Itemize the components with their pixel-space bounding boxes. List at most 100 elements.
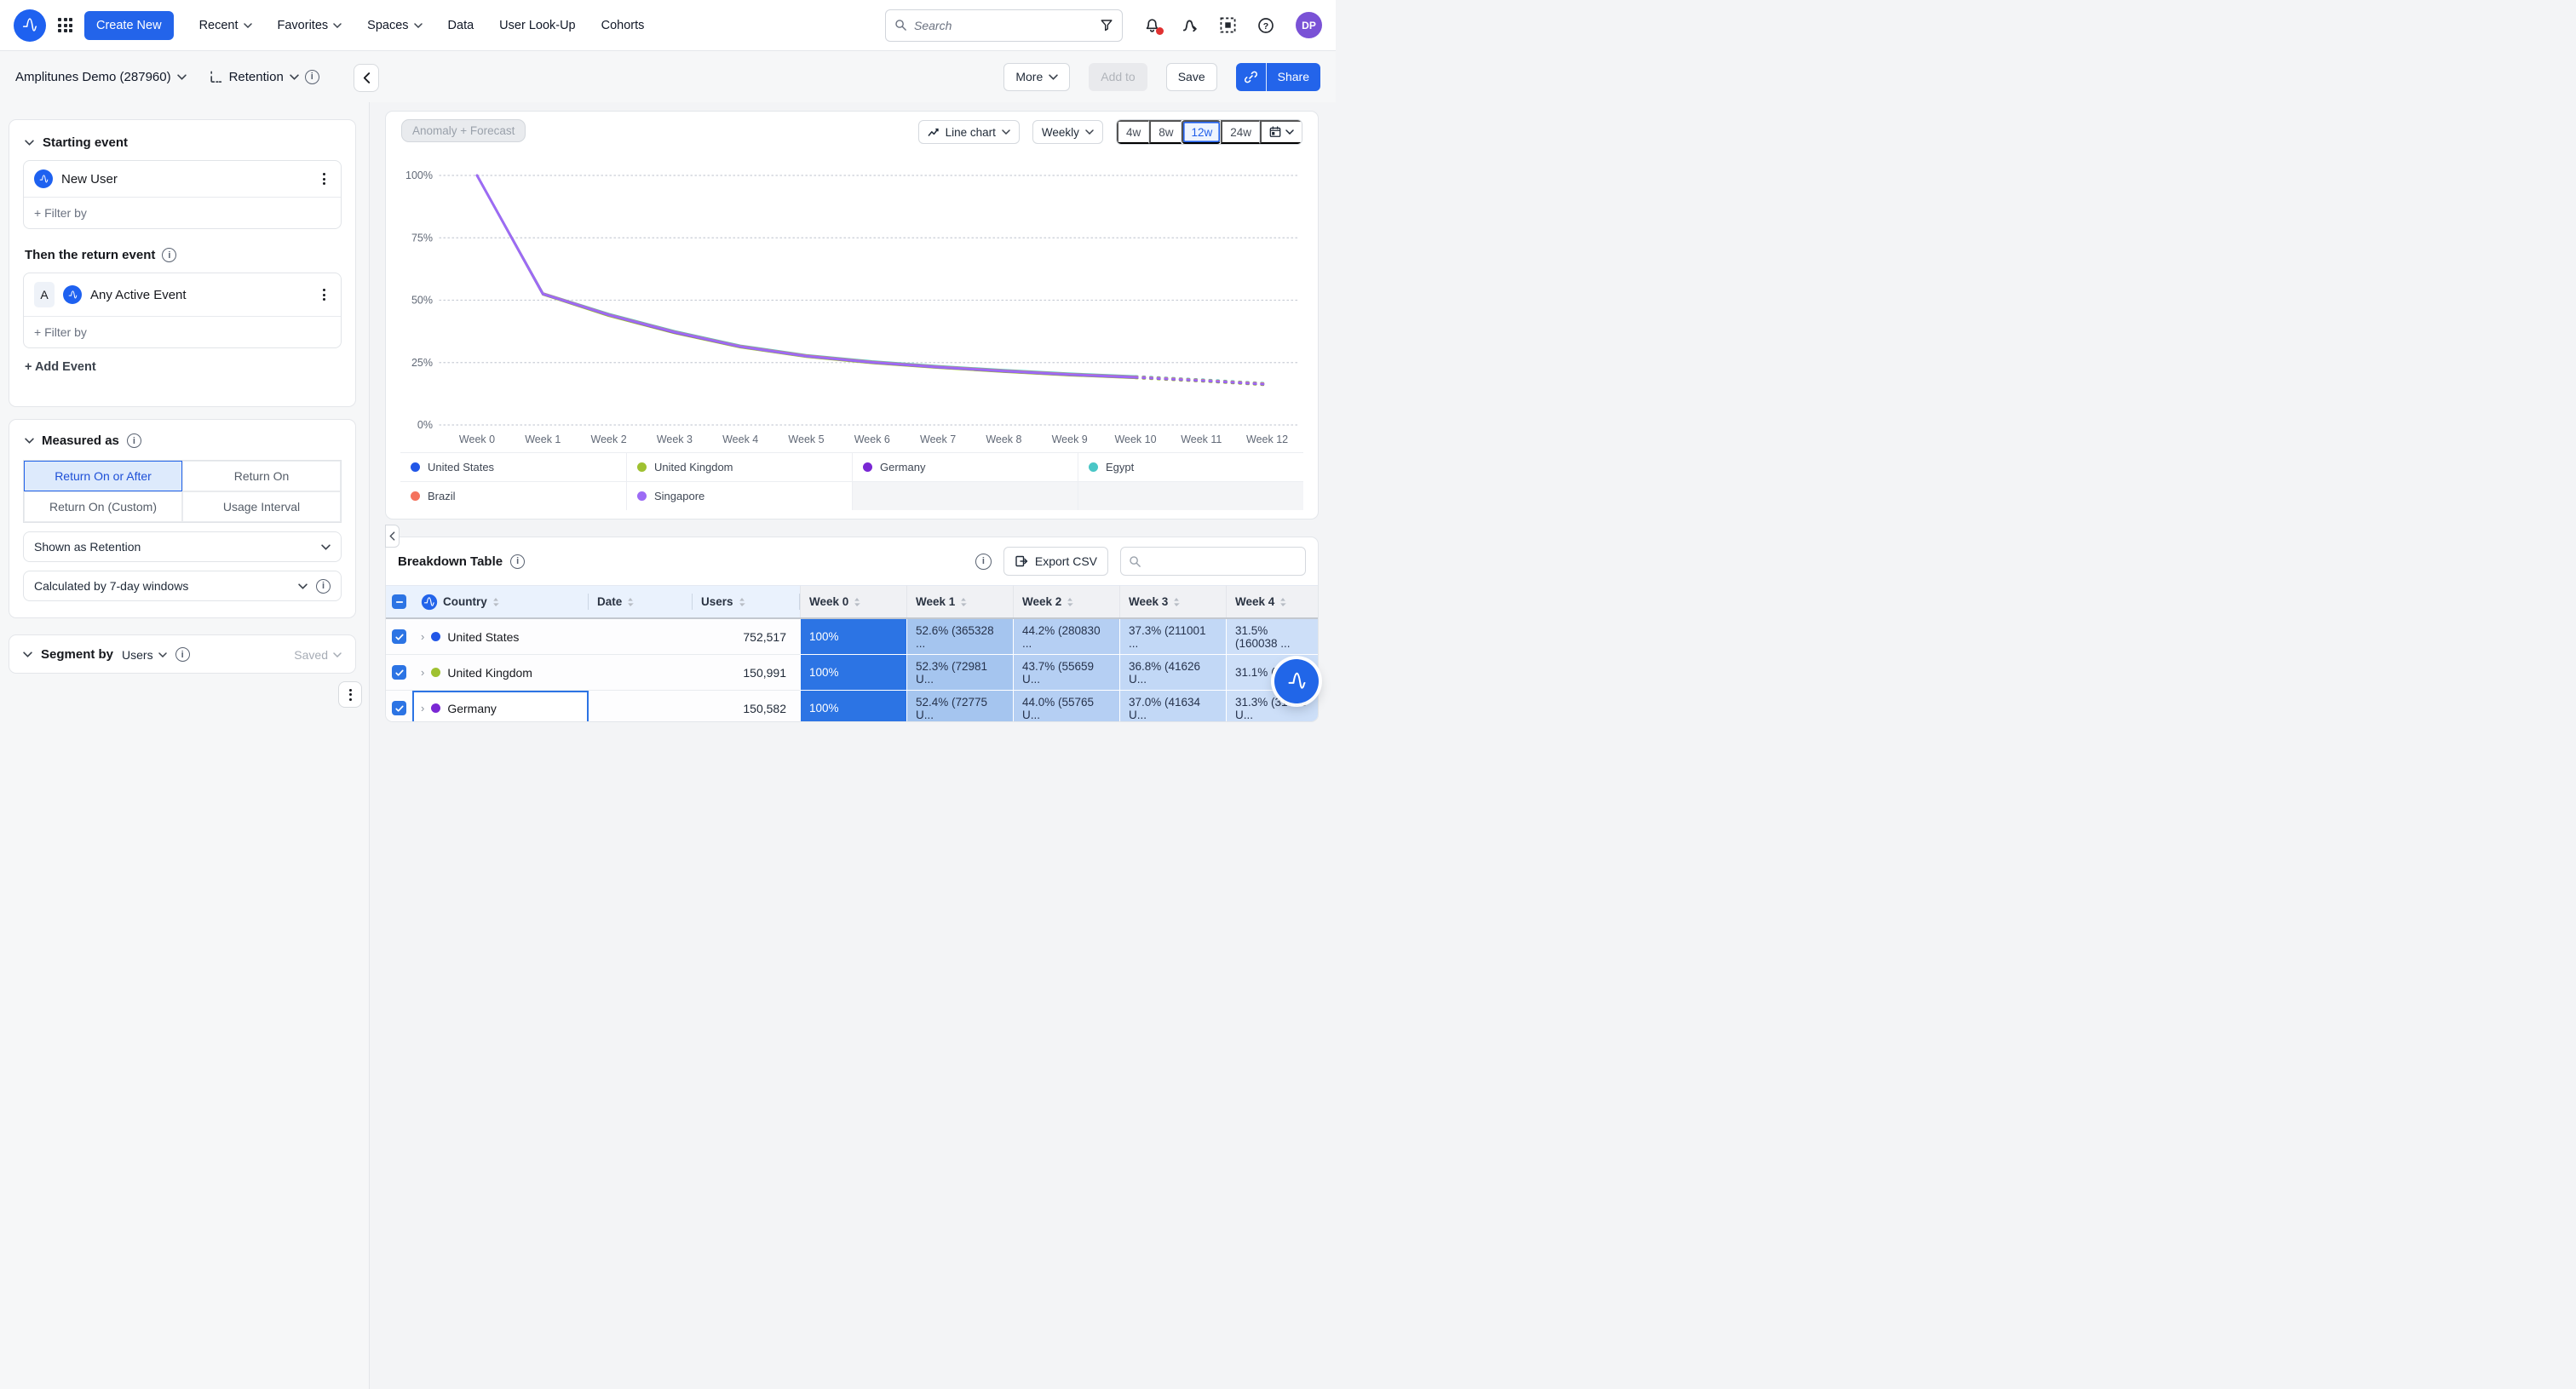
y-axis-tick: 25%: [411, 357, 433, 369]
week-1-cell[interactable]: 52.6% (365328 ...: [906, 619, 1013, 655]
copy-link-button[interactable]: [1236, 63, 1267, 91]
nav-item-cohorts[interactable]: Cohorts: [601, 19, 645, 32]
saved-dropdown[interactable]: Saved: [294, 648, 342, 662]
info-icon[interactable]: i: [127, 433, 141, 448]
retention-line-chart[interactable]: 100%75%50%25%0%Week 0Week 1Week 2Week 3W…: [386, 137, 1320, 476]
measure-option-return-on-or-after[interactable]: Return On or After: [24, 461, 182, 491]
column-header-users[interactable]: Users: [693, 585, 800, 617]
legend-item-egypt[interactable]: Egypt: [1078, 452, 1303, 481]
return-event-title: Then the return event: [25, 248, 155, 262]
nav-item-favorites[interactable]: Favorites: [278, 19, 342, 32]
add-event-button[interactable]: + Add Event: [25, 360, 340, 374]
column-header-week-0[interactable]: Week 0: [800, 585, 906, 617]
column-header-date[interactable]: Date: [589, 585, 693, 617]
filter-by-button[interactable]: + Filter by: [24, 197, 341, 228]
info-icon[interactable]: i: [175, 647, 190, 662]
shown-as-dropdown[interactable]: Shown as Retention: [23, 531, 342, 562]
pathfinder-icon[interactable]: [1182, 17, 1199, 34]
chevron-down-icon: [333, 652, 342, 657]
add-to-button[interactable]: Add to: [1089, 63, 1147, 91]
starting-event-header[interactable]: Starting event: [9, 120, 355, 160]
column-header-week-1[interactable]: Week 1: [906, 585, 1013, 617]
starting-event-row[interactable]: New User: [24, 161, 341, 197]
legend-item-united-states[interactable]: United States: [400, 452, 626, 481]
select-region-icon[interactable]: [1220, 17, 1236, 33]
column-header-country[interactable]: Country: [412, 585, 589, 617]
event-options-icon[interactable]: [318, 169, 331, 188]
global-search[interactable]: [885, 9, 1123, 42]
nav-item-label: Favorites: [278, 19, 329, 32]
segment-users-dropdown[interactable]: Users: [122, 648, 167, 662]
share-button[interactable]: Share: [1267, 63, 1320, 91]
help-icon[interactable]: ?: [1257, 17, 1274, 34]
project-selector[interactable]: Amplitunes Demo (287960): [15, 70, 187, 84]
search-input[interactable]: [914, 19, 1093, 32]
search-icon: [894, 19, 907, 32]
export-csv-button[interactable]: Export CSV: [1003, 547, 1108, 576]
row-checkbox[interactable]: [392, 665, 406, 680]
expand-row-icon[interactable]: ›: [421, 667, 424, 678]
measure-option-return-on-custom-[interactable]: Return On (Custom): [24, 491, 182, 522]
info-icon[interactable]: i: [975, 554, 992, 570]
panel-options-button[interactable]: [338, 681, 362, 708]
table-search[interactable]: [1120, 547, 1306, 576]
amplitude-logo-icon[interactable]: [14, 9, 46, 42]
return-event-row[interactable]: A Any Active Event: [24, 273, 341, 316]
table-search-input[interactable]: [1141, 555, 1297, 568]
measured-as-header[interactable]: Measured as i: [9, 420, 355, 450]
week-2-cell[interactable]: 43.7% (55659 U...: [1013, 655, 1119, 691]
nav-item-spaces[interactable]: Spaces: [367, 19, 422, 32]
column-label: Week 1: [916, 595, 955, 608]
more-button[interactable]: More: [1003, 63, 1070, 91]
week-1-cell[interactable]: 52.4% (72775 U...: [906, 691, 1013, 722]
week-0-cell[interactable]: 100%: [800, 655, 906, 691]
legend-item-germany[interactable]: Germany: [852, 452, 1078, 481]
filter-by-button[interactable]: + Filter by: [24, 316, 341, 347]
info-icon[interactable]: i: [510, 554, 525, 569]
column-header-week-4[interactable]: Week 4: [1226, 585, 1319, 617]
nav-item-data[interactable]: Data: [448, 19, 474, 32]
measure-option-usage-interval[interactable]: Usage Interval: [182, 491, 341, 522]
legend-item-brazil[interactable]: Brazil: [400, 481, 626, 510]
expand-row-icon[interactable]: ›: [421, 703, 424, 714]
series-color-dot: [431, 703, 440, 713]
week-3-cell[interactable]: 37.0% (41634 U...: [1119, 691, 1226, 722]
analysis-type-selector[interactable]: Retention i: [209, 70, 319, 84]
week-2-cell[interactable]: 44.0% (55765 U...: [1013, 691, 1119, 722]
nav-item-recent[interactable]: Recent: [199, 19, 252, 32]
measure-option-return-on[interactable]: Return On: [182, 461, 341, 491]
chart-prev-page-button[interactable]: [385, 525, 400, 548]
column-header-week-3[interactable]: Week 3: [1119, 585, 1226, 617]
info-icon[interactable]: i: [316, 579, 331, 594]
filter-funnel-icon[interactable]: [1100, 19, 1113, 32]
column-header-week-2[interactable]: Week 2: [1013, 585, 1119, 617]
create-new-button[interactable]: Create New: [84, 11, 174, 40]
country-cell[interactable]: ›Germany: [412, 691, 589, 722]
legend-item-united-kingdom[interactable]: United Kingdom: [626, 452, 852, 481]
info-icon[interactable]: i: [162, 248, 176, 262]
expand-row-icon[interactable]: ›: [421, 631, 424, 642]
info-icon[interactable]: i: [305, 70, 319, 84]
select-all-checkbox[interactable]: [392, 594, 406, 609]
week-1-cell[interactable]: 52.3% (72981 U...: [906, 655, 1013, 691]
legend-item-singapore[interactable]: Singapore: [626, 481, 852, 510]
user-avatar[interactable]: DP: [1296, 12, 1322, 38]
save-button[interactable]: Save: [1166, 63, 1217, 91]
week-3-cell[interactable]: 36.8% (41626 U...: [1119, 655, 1226, 691]
week-0-cell[interactable]: 100%: [800, 691, 906, 722]
country-cell[interactable]: ›United States: [412, 619, 589, 655]
country-cell[interactable]: ›United Kingdom: [412, 655, 589, 691]
calculated-by-dropdown[interactable]: Calculated by 7-day windows i: [23, 571, 342, 601]
row-checkbox[interactable]: [392, 701, 406, 715]
week-3-cell[interactable]: 37.3% (211001 ...: [1119, 619, 1226, 655]
row-checkbox[interactable]: [392, 629, 406, 644]
nav-item-user-look-up[interactable]: User Look-Up: [499, 19, 575, 32]
event-options-icon[interactable]: [318, 285, 331, 304]
week-2-cell[interactable]: 44.2% (280830 ...: [1013, 619, 1119, 655]
collapse-panel-button[interactable]: [354, 64, 379, 92]
week-0-cell[interactable]: 100%: [800, 619, 906, 655]
app-launcher-icon[interactable]: [58, 18, 72, 32]
notifications-bell-icon[interactable]: [1144, 17, 1160, 33]
amplitude-assistant-fab[interactable]: [1274, 659, 1319, 703]
week-4-cell[interactable]: 31.5% (160038 ...: [1226, 619, 1319, 655]
